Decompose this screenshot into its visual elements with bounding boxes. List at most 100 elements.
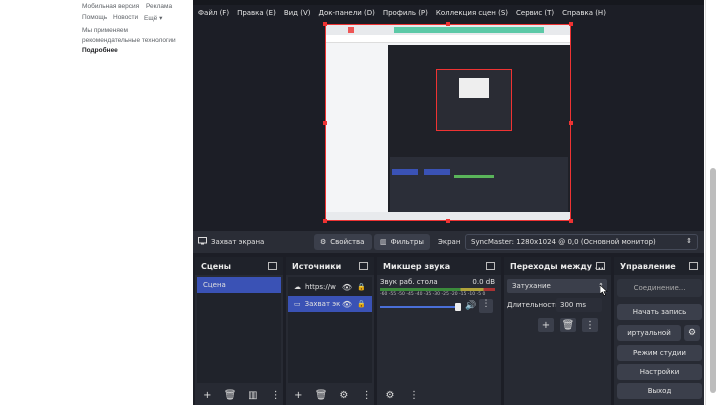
properties-label: Свойства (330, 238, 365, 246)
lock-icon[interactable]: 🔒 (357, 300, 366, 308)
connecting-button[interactable]: Соединение... (617, 279, 702, 297)
page-scrollbar[interactable] (705, 0, 720, 405)
gear-icon[interactable]: ⚙ (684, 325, 700, 341)
undock-icon[interactable] (689, 262, 698, 270)
menu-tools[interactable]: Сервис (T) (516, 9, 554, 17)
source-item-screen[interactable]: ▭ Захват эк 👁 🔒 (288, 296, 372, 312)
properties-button[interactable]: ⚙ Свойства (314, 234, 372, 250)
resize-handle-bl[interactable] (323, 219, 327, 223)
menu-scene-collection[interactable]: Коллекция сцен (S) (436, 9, 508, 17)
virtual-camera-button[interactable]: иртуальной (617, 325, 681, 341)
notice-line-2: рекомендательные технологии (82, 37, 176, 44)
add-icon[interactable]: + (538, 318, 554, 332)
browser-page: Мобильная версия Реклама Помощь Новости … (0, 0, 193, 405)
more-link[interactable]: Ещё ▾ (144, 14, 162, 22)
notice-more-link[interactable]: Подробнее (82, 47, 118, 54)
controls-title: Управление (614, 257, 704, 275)
speaker-icon[interactable]: 🔊 (465, 301, 476, 311)
news-link[interactable]: Новости (113, 14, 138, 21)
more-icon[interactable]: ⋮ (479, 299, 493, 313)
captured-addressbar (326, 35, 570, 43)
more-icon[interactable]: ⋮ (359, 388, 374, 402)
resize-handle-tl[interactable] (323, 22, 327, 26)
menu-docks[interactable]: Док-панели (D) (318, 9, 374, 17)
scene-item[interactable]: Сцена (197, 277, 281, 293)
transition-select[interactable]: Затухание ⇕ (507, 279, 607, 293)
filters-label: Фильтры (390, 238, 424, 246)
filters-button[interactable]: ▥ Фильтры (374, 234, 430, 250)
lock-icon[interactable]: 🔒 (357, 283, 366, 291)
more-icon[interactable]: ⋮ (582, 318, 598, 332)
globe-icon: ☁ (294, 283, 301, 291)
transitions-title: Переходы между ... (504, 257, 611, 275)
gear-icon[interactable]: ⚙ (337, 388, 352, 402)
mixer-settings-icon[interactable]: ⚙ (382, 388, 398, 402)
screen-select[interactable]: SyncMaster: 1280x1024 @ 0,0 (Основной мо… (465, 234, 698, 250)
sources-title: Источники (286, 257, 374, 275)
more-icon[interactable]: ⋮ (406, 388, 422, 402)
sources-list[interactable]: ☁ https://w 👁 🔒 ▭ Захват эк 👁 🔒 (288, 277, 372, 383)
captured-obs (388, 45, 570, 218)
selected-source-name: Захват экрана (211, 238, 265, 246)
add-icon[interactable]: + (200, 388, 215, 402)
screen-select-value: SyncMaster: 1280x1024 @ 0,0 (Основной мо… (471, 238, 656, 246)
scene-filters-icon[interactable]: ▥ (246, 388, 261, 402)
obs-window: Файл (F) Правка (E) Вид (V) Док-панели (… (193, 0, 704, 405)
volume-meter (380, 288, 495, 291)
scenes-footer: + 🗑 ▥ ⋮ (195, 385, 283, 405)
scenes-dock: Сцены Сцена + 🗑 ▥ ⋮ (195, 257, 283, 405)
screen: Мобильная версия Реклама Помощь Новости … (0, 0, 720, 405)
add-icon[interactable]: + (291, 388, 306, 402)
undock-icon[interactable] (359, 262, 368, 270)
gear-icon: ⚙ (320, 238, 327, 246)
help-link[interactable]: Помощь (82, 14, 107, 21)
undock-icon[interactable] (486, 262, 495, 270)
monitor-icon (198, 237, 207, 245)
volume-slider[interactable] (380, 306, 458, 308)
notice-line-1: Мы применяем (82, 27, 128, 34)
menu-help[interactable]: Справка (H) (562, 9, 606, 17)
studio-mode-button[interactable]: Режим студии (617, 345, 702, 361)
captured-tabbar (326, 25, 570, 35)
menu-view[interactable]: Вид (V) (284, 9, 311, 17)
menu-edit[interactable]: Правка (E) (237, 9, 276, 17)
resize-handle-right[interactable] (569, 121, 573, 125)
preview-screen-capture[interactable] (325, 24, 571, 221)
duration-label: Длительность (507, 301, 560, 309)
undock-icon[interactable] (596, 262, 605, 270)
duration-input[interactable]: 300 ms (556, 298, 602, 312)
exit-button[interactable]: Выход (617, 383, 702, 399)
sources-dock: Источники ☁ https://w 👁 🔒 ▭ Захват эк 👁 … (286, 257, 374, 405)
volume-slider-handle[interactable] (455, 303, 461, 311)
start-recording-button[interactable]: Начать запись (617, 304, 702, 320)
resize-handle-bottom[interactable] (446, 219, 450, 223)
mixer-dock: Микшер звука Звук раб. стола 0.0 dB -60 … (377, 257, 501, 405)
trash-icon[interactable]: 🗑 (314, 388, 329, 402)
menu-file[interactable]: Файл (F) (198, 9, 229, 17)
eye-icon[interactable]: 👁 (342, 283, 352, 292)
ads-link[interactable]: Реклама (146, 3, 172, 10)
scrollbar-thumb[interactable] (710, 168, 716, 393)
meter-scale: -60 -55 -50 -45 -40 -35 -30 -25 -20 -15 … (380, 292, 486, 297)
mixer-level: 0.0 dB (472, 278, 495, 286)
menu-profile[interactable]: Профиль (P) (383, 9, 428, 17)
filter-icon: ▥ (380, 238, 387, 246)
mobile-version-link[interactable]: Мобильная версия (82, 3, 139, 10)
source-toolbar: Захват экрана ⚙ Свойства ▥ Фильтры Экран… (193, 231, 704, 253)
resize-handle-top[interactable] (446, 22, 450, 26)
sources-footer: + 🗑 ⚙ ⋮ (286, 385, 374, 405)
trash-icon[interactable]: 🗑 (560, 318, 576, 332)
source-item-browser[interactable]: ☁ https://w 👁 🔒 (288, 279, 372, 295)
undock-icon[interactable] (268, 262, 277, 270)
scenes-list[interactable]: Сцена (197, 277, 281, 383)
more-icon[interactable]: ⋮ (268, 388, 283, 402)
screen-label: Экран (438, 238, 461, 246)
mixer-title: Микшер звука (377, 257, 501, 275)
eye-icon[interactable]: 👁 (342, 300, 352, 309)
preview-area[interactable] (193, 20, 704, 231)
resize-handle-br[interactable] (569, 219, 573, 223)
trash-icon[interactable]: 🗑 (223, 388, 238, 402)
resize-handle-left[interactable] (323, 121, 327, 125)
settings-button[interactable]: Настройки (617, 364, 702, 380)
resize-handle-tr[interactable] (569, 22, 573, 26)
